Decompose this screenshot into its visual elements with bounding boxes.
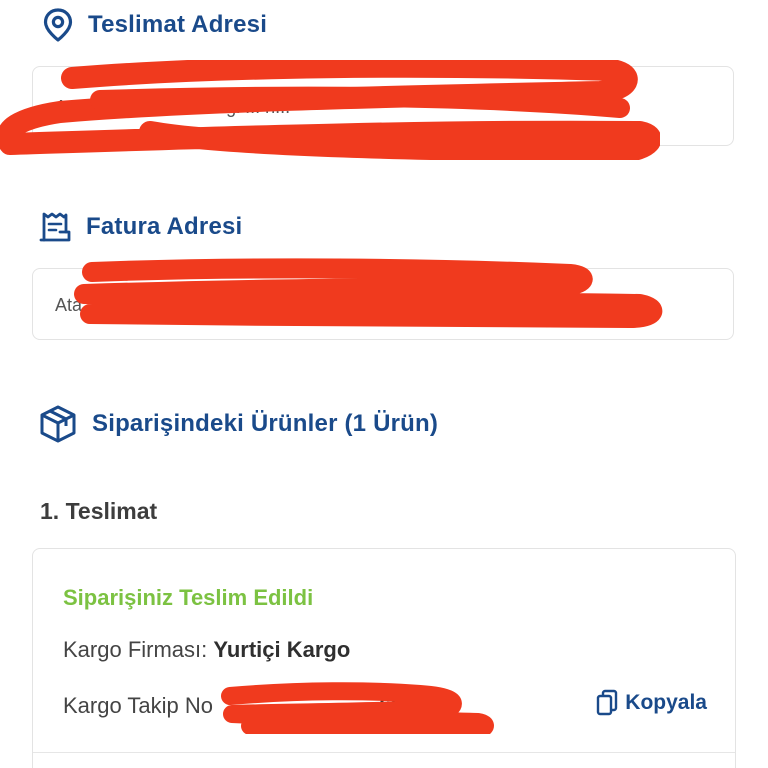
shipping-address-header: Teslimat Adresi — [42, 8, 267, 42]
shipping-address-box[interactable]: Atakent ... rnimet ... ugi ... h... — [32, 66, 734, 146]
location-pin-icon — [42, 8, 74, 42]
package-box-icon — [38, 404, 78, 444]
order-detail-page: Teslimat Adresi Atakent ... rnimet ... u… — [0, 0, 768, 768]
card-divider — [33, 752, 735, 753]
carrier-label: Kargo Firması: — [63, 637, 208, 662]
tracking-row: Kargo Takip No 63 — [63, 693, 404, 719]
billing-address-title: Fatura Adresi — [86, 213, 243, 240]
delivery-label: 1. Teslimat — [40, 498, 158, 524]
products-title: Siparişindeki Ürünler (1 Ürün) — [92, 410, 439, 437]
carrier-row: Kargo Firması: Yurtiçi Kargo — [63, 637, 350, 663]
billing-address-box[interactable]: Ata ... ı ... Yarogi Adu... — [32, 268, 734, 340]
receipt-icon — [38, 210, 72, 244]
billing-address-text: Ata ... ı ... Yarogi Adu... — [55, 295, 239, 315]
copy-icon — [595, 689, 619, 717]
copy-label: Kopyala — [625, 691, 707, 714]
tracking-label: Kargo Takip No — [63, 693, 214, 718]
tracking-value-suffix: 63 — [379, 693, 404, 718]
shipment-card: Siparişiniz Teslim Edildi Kargo Firması:… — [32, 548, 736, 768]
products-header: Siparişindeki Ürünler (1 Ürün) — [38, 404, 438, 444]
billing-address-header: Fatura Adresi — [38, 210, 242, 244]
shipping-address-title: Teslimat Adresi — [88, 11, 268, 38]
carrier-value: Yurtiçi Kargo — [213, 637, 351, 662]
copy-tracking-button[interactable]: Kopyala — [595, 689, 707, 717]
shipping-address-text: Atakent ... rnimet ... ugi ... h... — [55, 97, 291, 117]
delivery-status: Siparişiniz Teslim Edildi — [63, 585, 314, 610]
